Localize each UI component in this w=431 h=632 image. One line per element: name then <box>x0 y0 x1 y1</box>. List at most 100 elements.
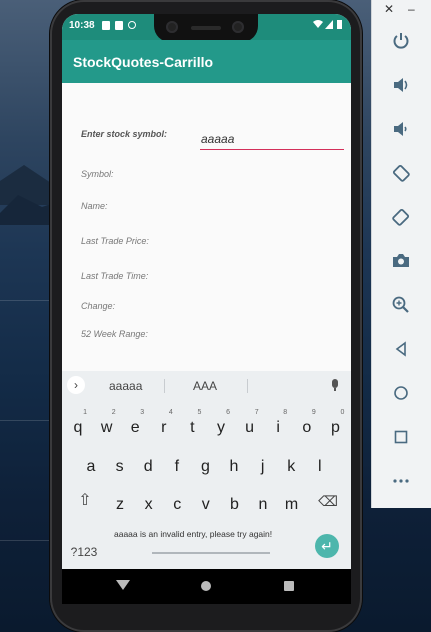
key-t[interactable]: t5 <box>179 409 205 441</box>
key-label: l <box>318 458 322 475</box>
key-label: q <box>73 419 83 436</box>
key-label: x <box>144 496 153 513</box>
symbols-key[interactable]: ?123 <box>64 545 104 559</box>
key-n[interactable]: n <box>250 488 276 518</box>
key-y[interactable]: y6 <box>208 409 234 441</box>
key-w[interactable]: w2 <box>94 409 120 441</box>
chevron-right-icon[interactable]: › <box>67 376 85 394</box>
key-q[interactable]: q1 <box>65 409 91 441</box>
key-number-hint: 9 <box>311 409 316 416</box>
microphone-icon[interactable] <box>332 379 338 388</box>
key-z[interactable]: z <box>107 488 133 518</box>
key-c[interactable]: c <box>164 488 190 518</box>
key-u[interactable]: u7 <box>237 409 263 441</box>
back-icon[interactable] <box>116 580 130 590</box>
back-icon[interactable] <box>389 339 413 363</box>
key-label: p <box>330 419 340 436</box>
key-f[interactable]: f <box>164 450 190 480</box>
zoom-icon[interactable] <box>389 295 413 319</box>
key-number-hint: 2 <box>111 409 116 416</box>
stock-form: Enter stock symbol: Symbol: Name: Last T… <box>62 83 351 371</box>
home-icon[interactable] <box>389 383 413 407</box>
key-h[interactable]: h <box>221 450 247 480</box>
key-s[interactable]: s <box>107 450 133 480</box>
key-m[interactable]: m <box>279 488 305 518</box>
key-p[interactable]: p0 <box>322 409 348 441</box>
key-number-hint: 0 <box>340 409 345 416</box>
volume-down-icon[interactable] <box>389 119 413 143</box>
key-label: u <box>245 419 255 436</box>
camera-icon[interactable] <box>389 251 413 275</box>
key-label: k <box>287 458 296 475</box>
key-e[interactable]: e3 <box>122 409 148 441</box>
earpiece-speaker <box>191 26 221 30</box>
sync-icon <box>128 21 136 29</box>
phone-screen: 10:38 StockQuotes-Carrillo Enter stock s… <box>62 14 351 604</box>
key-label: f <box>174 458 180 475</box>
key-label: b <box>229 496 239 513</box>
minimize-icon[interactable]: – <box>408 2 415 16</box>
suggestion-item[interactable]: aaaaa <box>109 379 142 393</box>
key-number-hint: 1 <box>83 409 87 416</box>
key-label: g <box>200 458 210 475</box>
key-l[interactable]: l <box>307 450 333 480</box>
overview-icon[interactable] <box>389 427 413 451</box>
key-x[interactable]: x <box>136 488 162 518</box>
key-d[interactable]: d <box>135 450 161 480</box>
suggestion-divider <box>247 379 248 393</box>
overview-icon[interactable] <box>284 581 294 591</box>
toast-message: aaaaa is an invalid entry, please try ag… <box>114 529 273 539</box>
emulator-toolbar: ✕ – <box>371 0 431 508</box>
key-r[interactable]: r4 <box>151 409 177 441</box>
last-trade-time-label: Last Trade Time: <box>81 271 149 281</box>
rotate-right-icon[interactable] <box>389 207 413 231</box>
app-bar: StockQuotes-Carrillo <box>62 40 351 83</box>
camera-notch <box>154 14 258 42</box>
key-g[interactable]: g <box>192 450 218 480</box>
key-label: h <box>229 458 239 475</box>
home-icon[interactable] <box>201 581 211 591</box>
sd-card-icon <box>115 21 123 30</box>
soft-keyboard: › aaaaa AAA q1w2e3r4t5y6u7i8o9p0 asdfghj… <box>62 371 351 569</box>
key-number-hint: 3 <box>140 409 145 416</box>
microphone-icon-stem <box>334 388 336 391</box>
key-j[interactable]: j <box>250 450 276 480</box>
navigation-bar <box>62 569 351 604</box>
symbol-prompt-label: Enter stock symbol: <box>81 129 168 139</box>
suggestion-item[interactable]: AAA <box>193 379 217 393</box>
key-label: m <box>284 496 299 513</box>
signal-battery-icons <box>313 19 343 33</box>
key-number-hint: 7 <box>254 409 259 416</box>
key-label: w <box>100 419 113 436</box>
key-label: d <box>143 458 153 475</box>
shift-key[interactable]: ⇧ <box>70 486 100 516</box>
suggestion-strip: › aaaaa AAA <box>62 371 351 400</box>
key-label: j <box>260 458 265 475</box>
key-number-hint: 4 <box>168 409 173 416</box>
backspace-key[interactable]: ⌫ <box>313 486 343 516</box>
suggestion-divider <box>164 379 165 393</box>
more-icon[interactable] <box>389 471 413 495</box>
wifi-signal-icon <box>313 20 342 29</box>
key-b[interactable]: b <box>221 488 247 518</box>
front-camera-icon <box>166 21 178 33</box>
key-label: o <box>302 419 312 436</box>
key-k[interactable]: k <box>278 450 304 480</box>
key-v[interactable]: v <box>193 488 219 518</box>
power-icon[interactable] <box>389 31 413 55</box>
key-label: r <box>161 419 167 436</box>
space-bar[interactable] <box>152 552 270 554</box>
close-icon[interactable]: ✕ <box>384 2 394 16</box>
volume-up-icon[interactable] <box>389 75 413 99</box>
key-label: e <box>130 419 140 436</box>
enter-key[interactable]: ↵ <box>315 534 339 558</box>
key-a[interactable]: a <box>78 450 104 480</box>
key-o[interactable]: o9 <box>294 409 320 441</box>
symbol-input-wrap <box>200 130 344 150</box>
app-title: StockQuotes-Carrillo <box>73 54 214 70</box>
name-label: Name: <box>81 201 108 211</box>
symbol-input[interactable] <box>200 132 341 146</box>
rotate-left-icon[interactable] <box>389 163 413 187</box>
key-label: n <box>258 496 268 513</box>
key-i[interactable]: i8 <box>265 409 291 441</box>
